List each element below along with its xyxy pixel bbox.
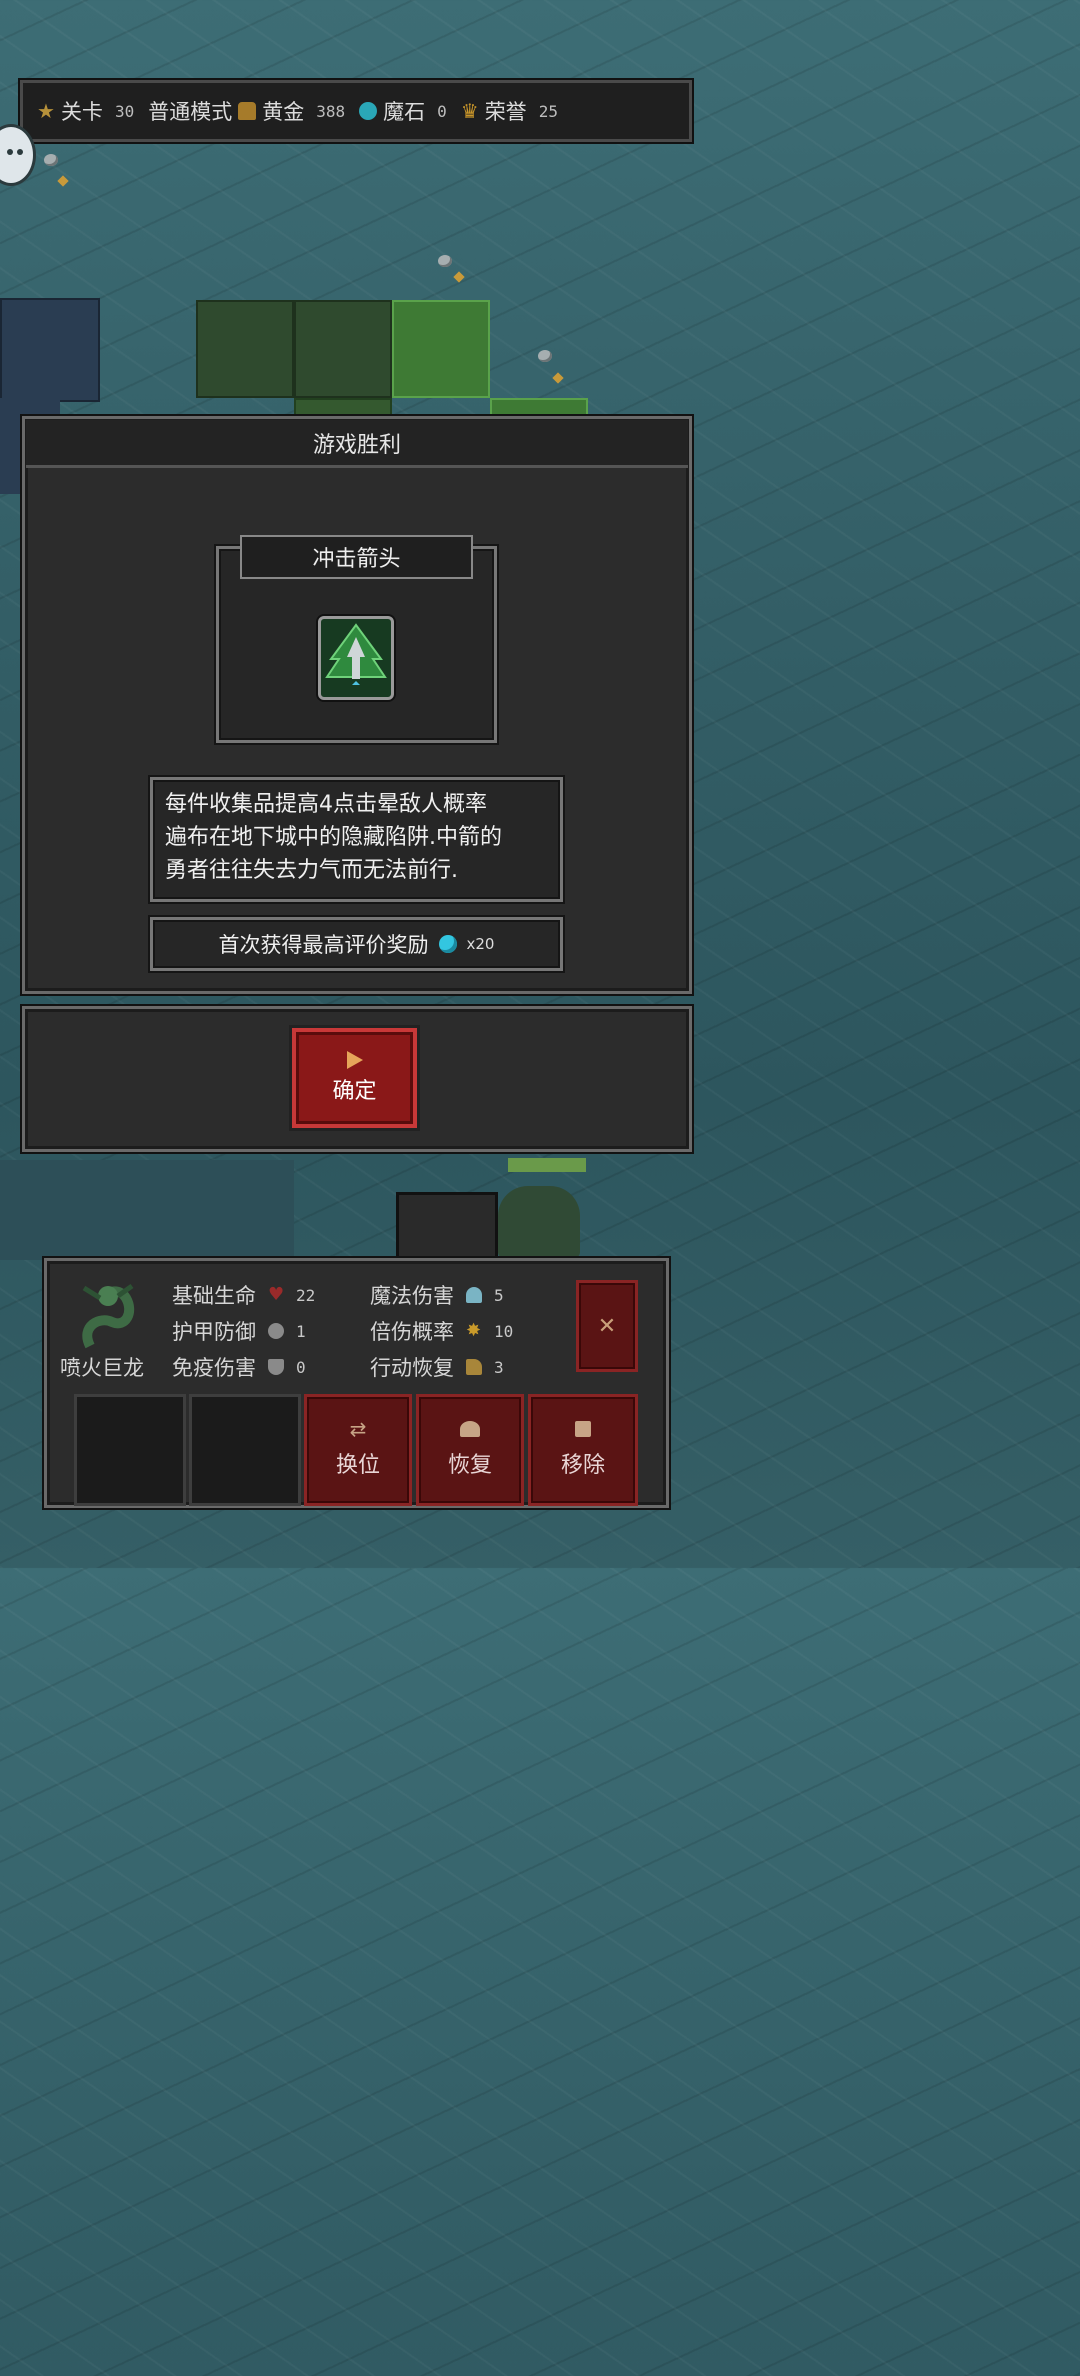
stat-row: 免疫伤害 0 <box>172 1352 306 1382</box>
stat-value: 0 <box>296 1357 306 1377</box>
spark-decoration <box>552 372 564 384</box>
remove-label: 移除 <box>560 1453 605 1478</box>
hero-sprite <box>0 298 100 402</box>
stat-label: 魔法伤害 <box>370 1284 454 1308</box>
remove-button[interactable]: 移除 <box>528 1394 638 1506</box>
unit-name: 喷火巨龙 <box>60 1356 144 1380</box>
restore-icon <box>460 1421 480 1437</box>
hp-bar <box>508 1158 586 1172</box>
honor-label: 荣誉 <box>484 100 527 124</box>
magic-icon <box>466 1287 482 1303</box>
confirm-button[interactable]: 确定 <box>292 1028 417 1128</box>
reward-text: 首次获得最高评价奖励 <box>218 933 429 957</box>
resource-bar: ★ 关卡 30 普通模式 黄金 388 魔石 0 ♛ 荣誉 25 <box>18 78 694 144</box>
spark-decoration <box>57 175 69 187</box>
stat-row: 魔法伤害 5 <box>370 1280 504 1310</box>
star-icon: ★ <box>37 99 55 123</box>
stat-label: 免疫伤害 <box>172 1356 256 1380</box>
stat-row: 倍伤概率 ✸ 10 <box>370 1316 513 1346</box>
swap-button[interactable]: ⇄ 换位 <box>304 1394 412 1506</box>
board-tile <box>294 300 392 398</box>
restore-button[interactable]: 恢复 <box>416 1394 524 1506</box>
magic-stone-icon <box>438 935 457 953</box>
stat-label: 基础生命 <box>172 1284 256 1308</box>
item-name: 冲击箭头 <box>240 535 473 579</box>
gold-label: 黄金 <box>262 100 305 124</box>
swap-label: 换位 <box>335 1453 380 1478</box>
play-icon <box>346 1051 363 1069</box>
spark-decoration <box>453 271 465 283</box>
stat-value: 1 <box>296 1321 306 1341</box>
stat-value: 10 <box>494 1321 514 1341</box>
stat-row: 基础生命 ♥ 22 <box>172 1280 315 1310</box>
close-icon: ✕ <box>597 1313 617 1339</box>
reward-count: x20 <box>466 935 495 953</box>
arrow-trap-icon <box>318 616 394 700</box>
stat-label: 倍伤概率 <box>370 1320 454 1344</box>
crown-icon: ♛ <box>460 99 479 123</box>
stat-value: 5 <box>494 1285 504 1305</box>
level-value: 30 <box>114 101 135 121</box>
magicstone-label: 魔石 <box>383 100 426 124</box>
rock-decoration <box>438 255 452 267</box>
stat-value: 3 <box>494 1357 504 1377</box>
rock-decoration <box>44 154 58 166</box>
restore-label: 恢复 <box>447 1453 492 1478</box>
level-label: 关卡 <box>60 100 103 124</box>
confirm-label: 确定 <box>332 1079 377 1104</box>
dialog-title: 游戏胜利 <box>26 420 688 468</box>
shield-icon <box>268 1359 284 1375</box>
equipment-slot[interactable] <box>189 1394 301 1506</box>
rock-decoration <box>538 350 552 362</box>
stat-row: 行动恢复 3 <box>370 1352 504 1382</box>
magic-stone-icon <box>359 102 378 120</box>
board-floor <box>0 1160 294 1260</box>
description-line: 遍布在地下城中的隐藏陷阱.中箭的 <box>165 825 502 850</box>
equipment-slot[interactable] <box>74 1394 186 1506</box>
item-description: 每件收集品提高4点击晕敌人概率 遍布在地下城中的隐藏陷阱.中箭的 勇者往往失去力… <box>150 777 563 902</box>
stat-row: 护甲防御 1 <box>172 1316 306 1346</box>
armor-icon <box>268 1323 284 1339</box>
stat-label: 行动恢复 <box>370 1356 454 1380</box>
heart-icon: ♥ <box>268 1284 285 1305</box>
gold-bar-icon <box>238 102 257 120</box>
board-tile <box>196 300 294 398</box>
boot-icon <box>466 1359 482 1375</box>
stat-label: 护甲防御 <box>172 1320 256 1344</box>
swap-icon: ⇄ <box>349 1417 367 1441</box>
description-line: 勇者往往失去力气而无法前行. <box>165 858 458 883</box>
crit-icon: ✸ <box>466 1320 482 1341</box>
reward-banner: 首次获得最高评价奖励 x20 <box>150 917 563 971</box>
honor-value: 25 <box>538 101 558 121</box>
chest-sprite <box>396 1192 498 1264</box>
trash-icon <box>575 1421 591 1437</box>
stat-value: 22 <box>296 1285 316 1305</box>
gold-value: 388 <box>316 101 346 121</box>
description-line: 每件收集品提高4点击晕敌人概率 <box>165 792 487 817</box>
dragon-sprite <box>498 1186 580 1258</box>
board-tile <box>392 300 490 398</box>
dragon-portrait <box>70 1276 156 1358</box>
close-button[interactable]: ✕ <box>576 1280 638 1372</box>
magicstone-value: 0 <box>437 101 447 121</box>
mode-label: 普通模式 <box>148 100 233 124</box>
